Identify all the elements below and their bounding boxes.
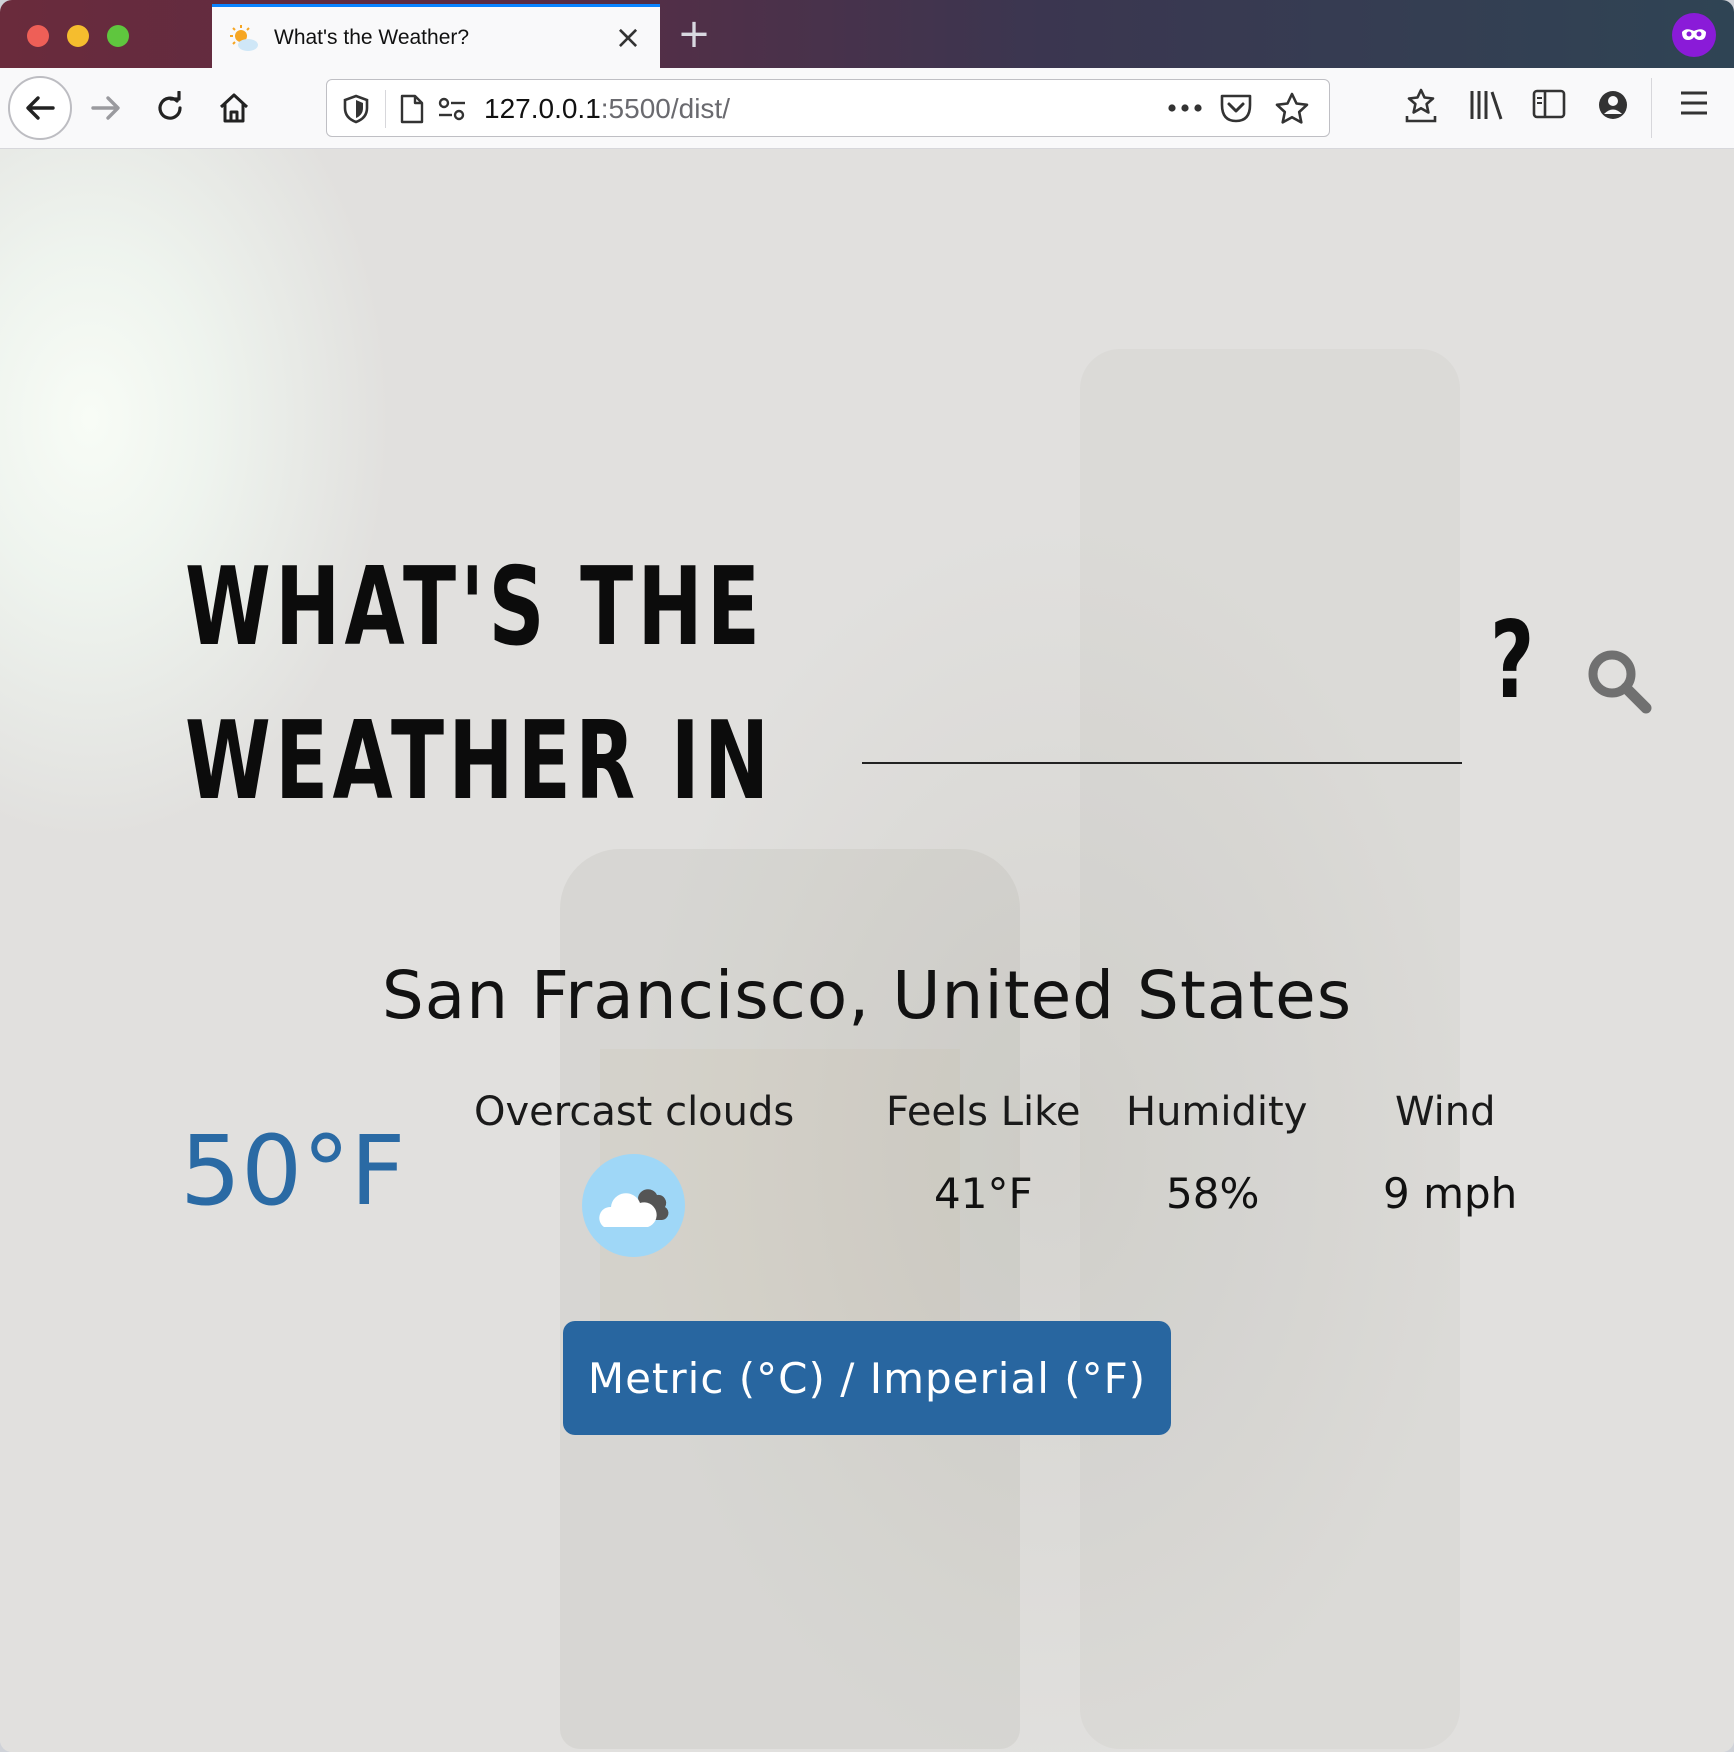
toolbar-separator — [1651, 78, 1652, 138]
account-icon[interactable] — [1596, 88, 1630, 122]
wind-label: Wind — [1395, 1089, 1496, 1135]
tab-close-icon[interactable]: × — [610, 19, 646, 55]
page-actions-ellipsis-icon[interactable] — [1167, 102, 1203, 114]
bookmark-star-icon[interactable] — [1275, 92, 1309, 124]
temperature-value: 50°F — [180, 1115, 406, 1227]
library-icon[interactable] — [1468, 88, 1504, 122]
unit-toggle-button[interactable]: Metric (°C) / Imperial (°F) — [563, 1321, 1171, 1435]
tracking-protection-shield-icon[interactable] — [343, 94, 369, 124]
forward-button[interactable] — [74, 76, 138, 140]
page-headline: WHAT'S THE WEATHER IN — [185, 531, 773, 839]
tab-title: What's the Weather? — [274, 26, 470, 49]
browser-window: What's the Weather? × + 127.0.0.1:5500/d… — [0, 0, 1734, 1752]
hamburger-menu-icon[interactable] — [1678, 88, 1710, 118]
close-window-button[interactable] — [27, 25, 49, 47]
permissions-icon[interactable] — [437, 96, 467, 122]
headline-line-1: WHAT'S THE — [185, 545, 765, 670]
arrow-right-icon — [91, 96, 120, 120]
background-bottle-shape — [1080, 349, 1460, 1749]
overcast-cloud-icon — [582, 1154, 685, 1257]
tab-active[interactable]: What's the Weather? × — [212, 4, 660, 68]
reload-button[interactable] — [138, 76, 202, 140]
pocket-icon[interactable] — [1219, 92, 1253, 124]
feels-like-label: Feels Like — [886, 1089, 1081, 1135]
city-search-input[interactable] — [862, 712, 1462, 764]
arrow-left-icon — [26, 96, 55, 120]
navigation-toolbar: 127.0.0.1:5500/dist/ — [0, 68, 1734, 149]
headline-line-2: WEATHER IN — [185, 699, 774, 824]
question-mark: ? — [1490, 599, 1535, 722]
tab-strip: What's the Weather? × + — [0, 0, 1734, 68]
sun-cloud-favicon-icon — [230, 25, 258, 51]
wind-value: 9 mph — [1383, 1169, 1518, 1218]
back-button[interactable] — [8, 76, 72, 140]
private-browsing-mask-icon — [1672, 13, 1716, 57]
new-tab-button[interactable]: + — [672, 12, 716, 56]
minimize-window-button[interactable] — [67, 25, 89, 47]
location-name: San Francisco, United States — [381, 957, 1353, 1034]
sidebar-toggle-icon[interactable] — [1532, 88, 1566, 120]
humidity-value: 58% — [1166, 1169, 1260, 1218]
url-text[interactable]: 127.0.0.1:5500/dist/ — [484, 93, 730, 125]
page-info-icon[interactable] — [399, 94, 425, 124]
home-icon — [219, 93, 249, 123]
search-icon[interactable] — [1585, 647, 1653, 715]
page-content: WHAT'S THE WEATHER IN ? San Francisco, Un… — [0, 149, 1734, 1752]
save-to-bookmarks-icon[interactable] — [1404, 88, 1438, 124]
url-host: 127.0.0.1 — [484, 93, 601, 124]
home-button[interactable] — [202, 76, 266, 140]
url-bar[interactable]: 127.0.0.1:5500/dist/ — [326, 79, 1330, 137]
reload-icon — [158, 91, 182, 120]
url-path: :5500/dist/ — [600, 93, 730, 124]
maximize-window-button[interactable] — [107, 25, 129, 47]
feels-like-value: 41°F — [934, 1169, 1033, 1218]
humidity-label: Humidity — [1126, 1089, 1308, 1135]
weather-condition: Overcast clouds — [474, 1089, 795, 1135]
url-separator — [385, 90, 386, 128]
